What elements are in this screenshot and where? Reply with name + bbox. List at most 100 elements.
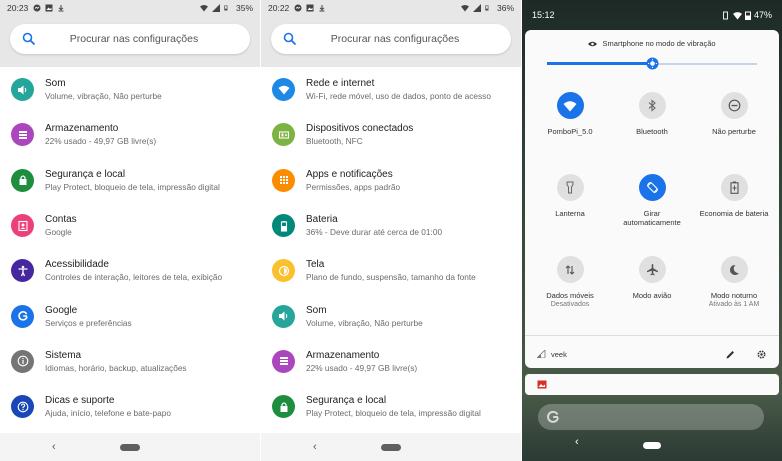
back-icon[interactable]: ‹ — [313, 441, 317, 453]
divider — [525, 335, 779, 336]
item-subtitle: Wi-Fi, rede móvel, uso de dados, ponto d… — [306, 91, 491, 102]
settings-item-rede[interactable]: Rede e internet Wi-Fi, rede móvel, uso de… — [261, 67, 521, 112]
google-search-bar[interactable] — [538, 404, 764, 430]
flashlight-icon — [556, 174, 584, 201]
item-title: Segurança e local — [306, 395, 387, 407]
settings-item-armazenamento[interactable]: Armazenamento 22% usado - 49,97 GB livre(… — [0, 112, 260, 157]
item-title: Som — [306, 304, 327, 316]
tile-airplane-mode[interactable]: Modo avião — [614, 256, 690, 300]
search-icon[interactable] — [22, 32, 36, 46]
search-icon[interactable] — [283, 32, 297, 46]
quick-settings-card: Smartphone no modo de vibração PomboPi_5… — [525, 30, 779, 368]
settings-item-sistema[interactable]: Sistema Idiomas, horário, backup, atualiz… — [0, 339, 260, 384]
item-subtitle: 22% usado - 49,97 GB livre(s) — [306, 362, 418, 373]
tile-mobile-data[interactable]: Dados móveis Desativados — [532, 256, 608, 309]
item-subtitle: Ajuda, início, telefone e bate-papo — [45, 408, 171, 419]
status-bar: 20:23 35% — [0, 0, 260, 15]
back-icon[interactable]: ‹ — [52, 441, 56, 453]
tile-label: Modo noturno — [710, 291, 758, 300]
search-bar[interactable]: Procurar nas configurações — [271, 24, 511, 54]
volume-icon — [11, 78, 34, 102]
tile-night-mode[interactable]: Modo noturno Ativado às 1 AM — [696, 256, 772, 309]
apps-icon — [272, 168, 295, 192]
ringer-mode-row[interactable]: Smartphone no modo de vibração — [525, 39, 779, 48]
home-pill-icon[interactable] — [120, 444, 140, 451]
mobile-data-icon — [556, 256, 584, 283]
item-subtitle: 36% - Deve durar até cerca de 01:00 — [306, 227, 443, 238]
item-subtitle: Volume, vibração, Não perturbe — [45, 91, 162, 102]
storage-icon — [11, 123, 34, 147]
settings-item-som[interactable]: Som Volume, vibração, Não perturbe — [261, 293, 521, 338]
settings-item-seguranca[interactable]: Segurança e local Play Protect, bloqueio … — [0, 158, 260, 203]
settings-item-tela[interactable]: Tela Plano de fundo, suspensão, tamanho d… — [261, 248, 521, 293]
tile-sublabel: Desativados — [550, 301, 590, 308]
status-bar: 15:12 47% — [522, 0, 782, 30]
gallery-icon — [306, 4, 314, 11]
settings-item-acessibilidade[interactable]: Acessibilidade Controles de interação, le… — [0, 248, 260, 293]
settings-item-som[interactable]: Som Volume, vibração, Não perturbe — [0, 67, 260, 112]
tile-bluetooth[interactable]: Bluetooth — [614, 92, 690, 136]
settings-list: Som Volume, vibração, Não perturbe Armaze… — [0, 67, 260, 429]
search-area: Procurar nas configurações — [0, 15, 260, 67]
volume-slider[interactable] — [547, 57, 757, 70]
item-title: Acessibilidade — [45, 259, 109, 271]
item-subtitle: Serviços e preferências — [45, 317, 132, 328]
settings-item-dispositivos[interactable]: Dispositivos conectados Bluetooth, NFC — [261, 112, 521, 157]
cell-signal-icon — [472, 3, 481, 12]
help-icon — [11, 395, 34, 419]
tile-flashlight[interactable]: Lanterna — [532, 174, 608, 218]
back-icon[interactable]: ‹ — [575, 436, 579, 448]
lock-icon — [272, 395, 295, 419]
lock-icon — [11, 168, 34, 192]
wifi-signal-icon — [460, 4, 469, 11]
item-title: Segurança e local — [45, 168, 126, 180]
accessibility-icon — [11, 259, 34, 283]
download-icon — [319, 4, 325, 11]
home-pill-icon[interactable] — [381, 444, 401, 451]
wifi-icon — [556, 92, 584, 119]
battery-icon — [272, 214, 295, 238]
wifi-signal-icon — [732, 11, 742, 19]
home-pill-icon[interactable] — [643, 442, 661, 449]
tile-label: PomboPi_5.0 — [547, 127, 593, 136]
battery-status-icon — [485, 5, 489, 10]
search-area: Procurar nas configurações — [261, 15, 521, 67]
vibrate-icon — [588, 41, 598, 47]
tile-battery-saver[interactable]: Economia de bateria — [696, 174, 772, 218]
rotate-icon — [638, 174, 666, 201]
tile-label: Economia de bateria — [699, 209, 769, 218]
settings-item-contas[interactable]: Contas Google — [0, 203, 260, 248]
volume-icon — [272, 304, 295, 328]
settings-item-bateria[interactable]: Bateria 36% - Deve durar até cerca de 01:… — [261, 203, 521, 248]
tile-dnd[interactable]: Não perturbe — [696, 92, 772, 136]
item-subtitle: Play Protect, bloqueio de tela, impressã… — [306, 408, 481, 419]
settings-item-dicas[interactable]: Dicas e suporte Ajuda, início, telefone e… — [0, 384, 260, 429]
settings-gear-icon[interactable] — [756, 349, 767, 360]
notification-card[interactable] — [525, 374, 779, 395]
settings-item-google[interactable]: Google Serviços e preferências — [0, 293, 260, 338]
cell-signal-icon — [537, 350, 546, 358]
dnd-icon — [720, 92, 748, 119]
moon-icon — [720, 256, 748, 283]
navigation-bar: ‹ — [261, 433, 521, 461]
slider-thumb-icon[interactable] — [646, 57, 659, 70]
item-title: Armazenamento — [306, 349, 380, 361]
item-subtitle: Plano de fundo, suspensão, tamanho da fo… — [306, 272, 476, 283]
vibrate-status-icon — [723, 11, 728, 19]
item-subtitle: Idiomas, horário, backup, atualizações — [45, 362, 187, 373]
battery-percent: 47% — [753, 10, 772, 20]
tile-auto-rotate[interactable]: Girar automaticamente — [614, 174, 690, 227]
settings-item-apps[interactable]: Apps e notificações Permissões, apps padr… — [261, 158, 521, 203]
network-name: veek — [551, 349, 567, 359]
item-subtitle: Volume, vibração, Não perturbe — [306, 317, 423, 328]
item-title: Google — [45, 304, 78, 316]
wifi-icon — [272, 78, 295, 102]
settings-item-seguranca[interactable]: Segurança e local Play Protect, bloqueio … — [261, 384, 521, 429]
item-title: Bateria — [306, 214, 338, 226]
search-bar[interactable]: Procurar nas configurações — [10, 24, 250, 54]
google-logo-icon — [547, 410, 559, 423]
settings-item-armazenamento[interactable]: Armazenamento 22% usado - 49,97 GB livre(… — [261, 339, 521, 384]
edit-icon[interactable] — [725, 349, 736, 360]
item-title: Contas — [45, 214, 77, 226]
tile-wifi[interactable]: PomboPi_5.0 — [532, 92, 608, 136]
